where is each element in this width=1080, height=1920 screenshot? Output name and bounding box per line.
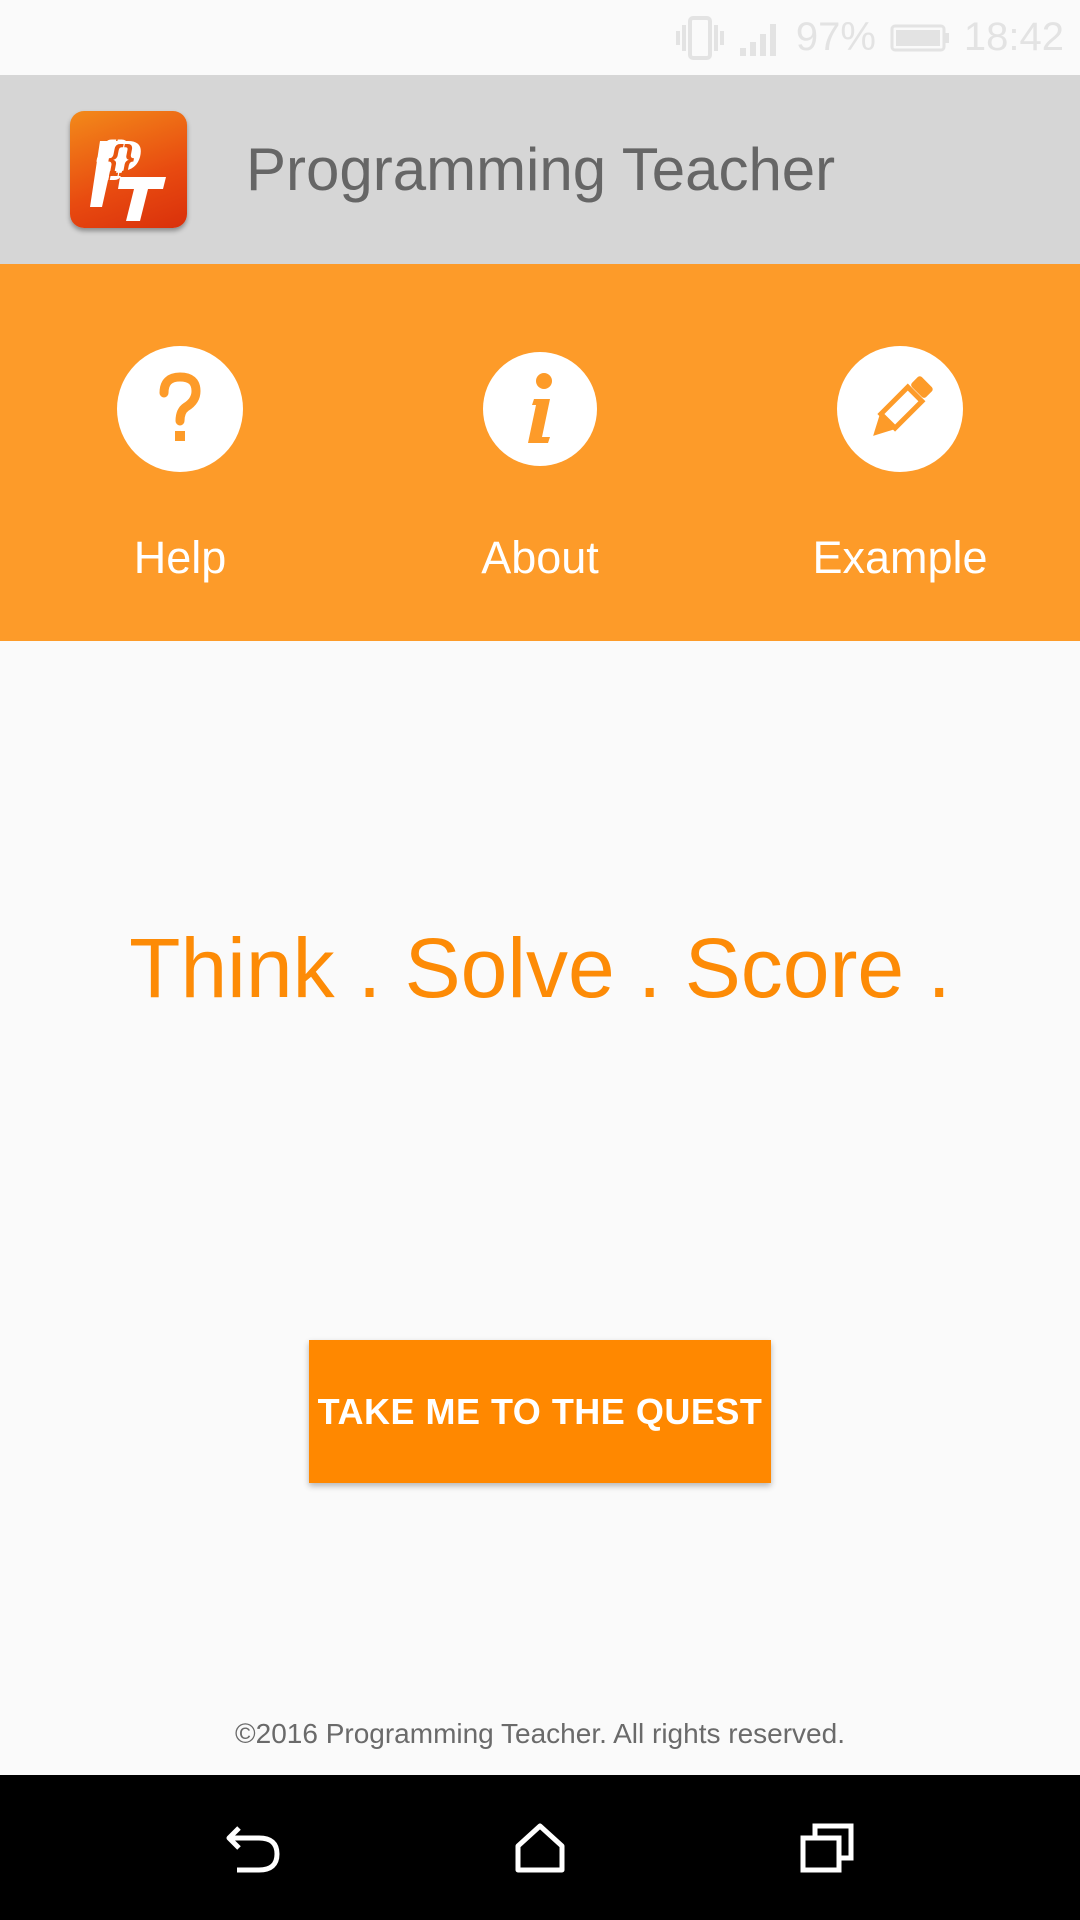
vibrate-icon — [675, 15, 724, 61]
battery-percent: 97% — [795, 15, 876, 59]
status-bar: 97% 18:42 — [0, 0, 1080, 75]
help-icon — [117, 346, 243, 472]
navigation-bar — [0, 1775, 1080, 1920]
app-title: Programming Teacher — [246, 136, 836, 203]
about-menu-item[interactable]: About — [410, 264, 670, 641]
about-label: About — [481, 532, 599, 583]
clock: 18:42 — [963, 15, 1064, 59]
info-icon — [483, 352, 597, 466]
quest-button[interactable]: TAKE ME TO THE QUEST — [309, 1340, 771, 1483]
signal-icon — [738, 18, 782, 58]
home-icon[interactable] — [480, 1775, 600, 1920]
copyright-text: ©2016 Programming Teacher. All rights re… — [235, 1718, 845, 1749]
app-bar: {} {} Programming Teacher — [0, 75, 1080, 264]
back-icon[interactable] — [193, 1775, 313, 1920]
recents-icon[interactable] — [767, 1775, 887, 1920]
app-logo: {} {} — [70, 111, 187, 228]
svg-text:{}: {} — [108, 139, 134, 177]
pencil-icon — [837, 346, 963, 472]
tagline: Think . Solve . Score . — [129, 921, 951, 1015]
menu-band: Help About Example — [0, 264, 1080, 641]
help-menu-item[interactable]: Help — [50, 264, 310, 641]
help-label: Help — [133, 532, 227, 583]
battery-icon — [890, 23, 950, 53]
example-label: Example — [812, 532, 988, 583]
example-menu-item[interactable]: Example — [770, 264, 1030, 641]
